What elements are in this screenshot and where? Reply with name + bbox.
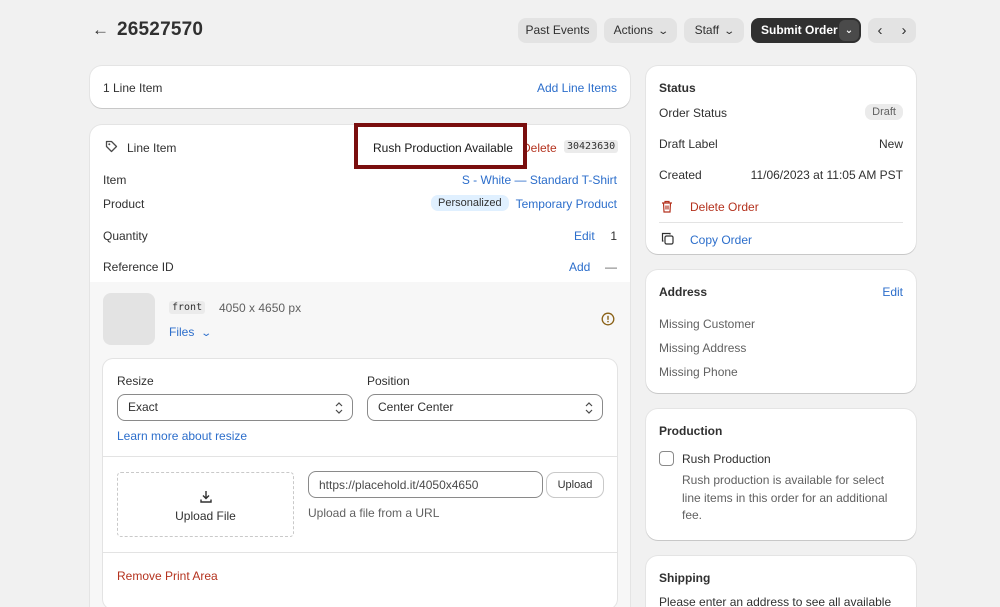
record-navigation: ‹ › xyxy=(868,18,916,43)
upload-file-label: Upload File xyxy=(175,509,236,523)
position-label: Position xyxy=(367,374,410,388)
missing-phone: Missing Phone xyxy=(659,365,738,379)
copy-order-link[interactable]: Copy Order xyxy=(690,233,752,247)
reference-add-link[interactable]: Add xyxy=(569,260,590,274)
print-area-settings: Resize Exact Position Center Center Lear… xyxy=(103,359,617,607)
address-card: Address Edit Missing Customer Missing Ad… xyxy=(646,270,916,393)
reference-id-label: Reference ID xyxy=(103,260,174,274)
chevron-down-icon: ⌄ xyxy=(200,328,212,339)
print-thumbnail xyxy=(103,293,155,345)
submit-options-chevron-icon[interactable]: ⌄ xyxy=(839,20,859,41)
missing-address: Missing Address xyxy=(659,341,747,355)
shipping-heading: Shipping xyxy=(659,571,711,585)
select-arrows-icon xyxy=(335,402,343,414)
actions-button[interactable]: Actions ⌄ xyxy=(604,18,677,43)
print-dimensions: 4050 x 4650 px xyxy=(219,301,302,315)
placement-tag: front xyxy=(169,301,206,314)
upload-file-dropzone[interactable]: Upload File xyxy=(117,472,294,537)
rush-production-available-highlight: Rush Production Available xyxy=(354,123,527,169)
file-url-input[interactable] xyxy=(308,471,543,498)
status-heading: Status xyxy=(659,81,696,95)
remove-print-area-link[interactable]: Remove Print Area xyxy=(117,569,218,583)
delete-line-item-link[interactable]: Delete xyxy=(522,141,557,155)
resize-label: Resize xyxy=(117,374,154,388)
resize-select[interactable]: Exact xyxy=(117,394,353,421)
draft-label-label: Draft Label xyxy=(659,137,718,151)
draft-label-value: New xyxy=(878,137,903,151)
learn-more-resize-link[interactable]: Learn more about resize xyxy=(117,429,247,443)
rush-production-label[interactable]: Rush Production xyxy=(682,452,771,466)
print-area-section: front 4050 x 4650 px Files ⌄ Resize Exac… xyxy=(90,282,630,607)
line-items-count: 1 Line Item xyxy=(103,81,163,95)
files-dropdown[interactable]: Files ⌄ xyxy=(169,325,212,339)
personalized-badge: Personalized xyxy=(431,195,509,211)
product-label: Product xyxy=(103,197,145,211)
tag-icon xyxy=(105,140,118,153)
url-help-text: Upload a file from a URL xyxy=(308,506,440,520)
shipping-card: Shipping Please enter an address to see … xyxy=(646,556,916,607)
rush-production-checkbox[interactable] xyxy=(659,451,674,466)
divider xyxy=(103,456,617,457)
select-arrows-icon xyxy=(585,402,593,414)
order-status-label: Order Status xyxy=(659,106,728,120)
chevron-down-icon: ⌄ xyxy=(723,26,736,37)
product-value-link[interactable]: Temporary Product xyxy=(516,197,617,211)
item-value-link[interactable]: S - White — Standard T-Shirt xyxy=(462,173,617,187)
reference-id-value: — xyxy=(605,260,617,274)
rush-production-available-label: Rush Production Available xyxy=(373,141,513,155)
warning-icon xyxy=(601,312,615,326)
line-items-summary-card: 1 Line Item Add Line Items xyxy=(90,66,630,108)
address-heading: Address xyxy=(659,285,708,299)
upload-url-button[interactable]: Upload xyxy=(547,473,603,497)
production-card: Production Rush Production Rush producti… xyxy=(646,409,916,540)
status-card: Status Order Status Draft Draft Label Ne… xyxy=(646,66,916,254)
add-line-items-link[interactable]: Add Line Items xyxy=(537,81,617,95)
divider xyxy=(103,552,617,553)
created-value: 11/06/2023 at 11:05 AM PST xyxy=(750,168,903,182)
next-arrow-icon[interactable]: › xyxy=(892,18,916,43)
missing-customer: Missing Customer xyxy=(659,317,756,331)
quantity-edit-link[interactable]: Edit xyxy=(574,229,595,243)
address-edit-link[interactable]: Edit xyxy=(882,285,903,299)
download-icon xyxy=(200,491,212,503)
order-status-badge: Draft xyxy=(865,104,903,120)
staff-button[interactable]: Staff ⌄ xyxy=(684,18,744,43)
copy-icon xyxy=(661,232,674,245)
quantity-value: 1 xyxy=(610,229,617,243)
page-title: 26527570 xyxy=(117,19,204,40)
trash-icon xyxy=(662,200,672,213)
production-heading: Production xyxy=(659,424,723,438)
line-item-id: 30423630 xyxy=(564,140,619,153)
line-item-title: Line Item xyxy=(127,141,177,155)
chevron-down-icon: ⌄ xyxy=(657,26,670,37)
rush-production-help: Rush production is available for select … xyxy=(682,473,888,522)
shipping-text: Please enter an address to see all avail… xyxy=(659,595,892,607)
back-arrow-icon[interactable]: ← xyxy=(92,20,110,40)
previous-arrow-icon[interactable]: ‹ xyxy=(868,18,892,43)
delete-order-link[interactable]: Delete Order xyxy=(690,200,759,214)
divider xyxy=(659,222,903,223)
position-select[interactable]: Center Center xyxy=(367,394,603,421)
line-item-card: Line Item Delete 30423630 Item S - White… xyxy=(90,125,630,607)
item-label: Item xyxy=(103,173,127,187)
submit-order-button[interactable]: Submit Order ⌄ xyxy=(751,18,861,43)
quantity-label: Quantity xyxy=(103,229,148,243)
created-label: Created xyxy=(659,168,702,182)
past-events-button[interactable]: Past Events xyxy=(518,18,597,43)
